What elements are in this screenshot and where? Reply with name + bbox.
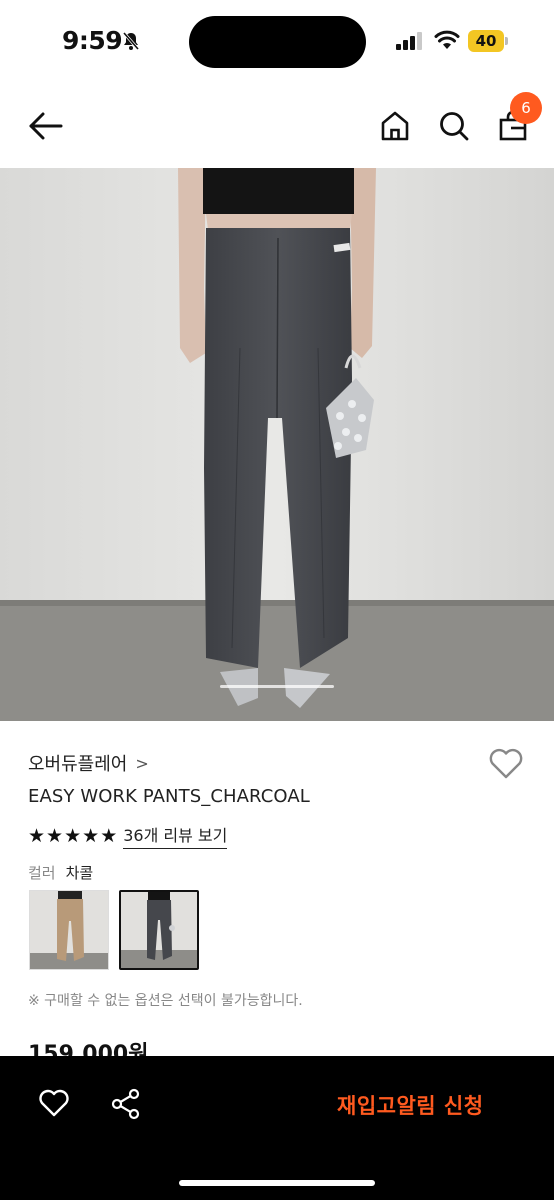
home-icon[interactable] bbox=[380, 110, 410, 142]
star-icon: ★ bbox=[100, 824, 118, 847]
star-icon: ★ bbox=[28, 824, 46, 847]
color-swatch-charcoal[interactable] bbox=[119, 890, 199, 970]
option-notice: ※ 구매할 수 없는 옵션은 선택이 불가능합니다. bbox=[28, 993, 303, 1009]
rating-stars: ★ ★ ★ ★ ★ bbox=[28, 825, 117, 847]
back-arrow-icon[interactable] bbox=[28, 111, 64, 141]
cart-count-badge: 6 bbox=[510, 92, 542, 124]
dynamic-island bbox=[189, 16, 366, 68]
status-bar: 9:59 40 bbox=[0, 0, 554, 84]
home-indicator bbox=[179, 1180, 375, 1186]
battery-icon: 40 bbox=[468, 30, 508, 52]
heart-icon[interactable] bbox=[38, 1088, 70, 1118]
review-link[interactable]: 36개 리뷰 보기 bbox=[123, 822, 228, 849]
wifi-icon bbox=[434, 30, 460, 49]
signal-icon bbox=[396, 32, 424, 50]
product-image[interactable] bbox=[0, 168, 554, 721]
rating-row: ★ ★ ★ ★ ★ 36개 리뷰 보기 bbox=[28, 822, 228, 849]
color-label: 컬러 bbox=[28, 864, 56, 882]
color-option-row: 컬러 차콜 bbox=[28, 862, 93, 883]
share-icon[interactable] bbox=[110, 1088, 142, 1120]
slide-indicator bbox=[220, 685, 334, 688]
heart-icon[interactable] bbox=[488, 748, 524, 780]
restock-alert-button[interactable]: 재입고알림 신청 bbox=[337, 1090, 484, 1120]
brand-link[interactable]: 오버듀플레어 > bbox=[28, 750, 149, 776]
color-swatch-beige[interactable] bbox=[29, 890, 109, 970]
star-icon: ★ bbox=[46, 824, 64, 847]
search-icon[interactable] bbox=[438, 110, 470, 142]
bottom-action-bar bbox=[0, 1056, 554, 1200]
star-icon: ★ bbox=[82, 824, 100, 847]
top-nav bbox=[0, 84, 554, 168]
chevron-right-icon: > bbox=[135, 753, 149, 773]
brand-name: 오버듀플레어 bbox=[28, 754, 128, 775]
status-time: 9:59 bbox=[62, 26, 123, 55]
product-name: EASY WORK PANTS_CHARCOAL bbox=[28, 786, 310, 807]
battery-level: 40 bbox=[468, 30, 504, 52]
color-value: 차콜 bbox=[65, 864, 94, 882]
product-photo bbox=[0, 168, 554, 721]
star-icon: ★ bbox=[64, 824, 82, 847]
bell-slash-icon bbox=[122, 32, 140, 50]
